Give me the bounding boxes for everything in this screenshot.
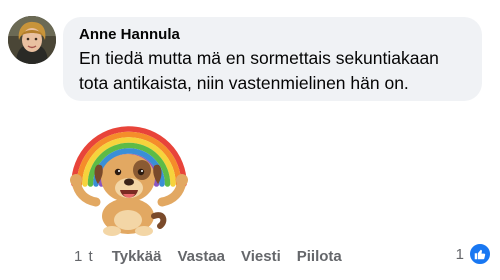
- hide-button[interactable]: Piilota: [297, 248, 342, 265]
- reaction-summary[interactable]: 1: [456, 242, 492, 266]
- avatar-image: [8, 16, 56, 64]
- comment-text: En tiedä mutta mä en sormettais sekuntia…: [79, 48, 439, 93]
- like-icon: [468, 242, 492, 266]
- comment-container: Anne Hannula En tiedä mutta mä en sormet…: [0, 0, 500, 280]
- comment-author[interactable]: Anne Hannula: [79, 25, 468, 45]
- reaction-count: 1: [455, 245, 464, 263]
- comment-timestamp[interactable]: 1 t: [74, 248, 94, 265]
- rainbow-puppy-sticker[interactable]: [62, 104, 196, 238]
- comment-actions: 1 t Tykkää Vastaa Viesti Piilota: [74, 243, 358, 269]
- thumbs-up-icon: [474, 249, 486, 260]
- reply-button[interactable]: Vastaa: [177, 248, 225, 265]
- comment-bubble: Anne Hannula En tiedä mutta mä en sormet…: [63, 17, 482, 101]
- puppy-sticker-image: [70, 126, 188, 236]
- message-button[interactable]: Viesti: [241, 248, 281, 265]
- avatar[interactable]: [8, 16, 56, 64]
- like-button[interactable]: Tykkää: [112, 248, 162, 265]
